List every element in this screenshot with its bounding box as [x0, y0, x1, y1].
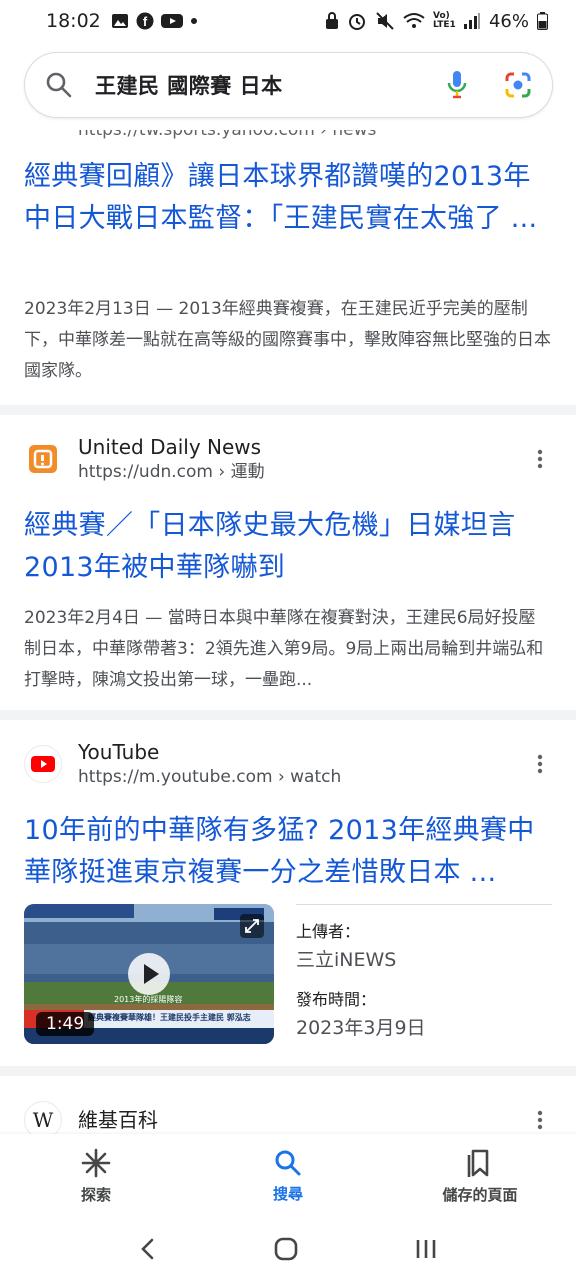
result-title-link[interactable]: 10年前的中華隊有多猛? 2013年經典賽中華隊挺進東京複賽一分之差惜敗日本 .… [24, 810, 552, 894]
source-url: https://udn.com › 運動 [78, 462, 265, 482]
search-bar[interactable]: 王建民 國際賽 日本 [24, 52, 553, 118]
facebook-icon: f [136, 12, 154, 30]
network-label: Vo) LTE1 [432, 11, 456, 30]
nav-search[interactable]: 搜尋 [192, 1134, 384, 1218]
source-name: YouTube [78, 740, 160, 764]
video-block[interactable]: 2013年的採陽隊容 經典賽複賽華隊雄！王建民投手主建民 郭泓志 1:49 上傳… [24, 904, 552, 1044]
youtube-notify-icon [160, 14, 183, 28]
battery-icon [537, 12, 548, 30]
uploader-label: 上傳者： [296, 922, 361, 941]
nav-saved[interactable]: 儲存的頁面 [384, 1134, 576, 1218]
result-source[interactable]: W 維基百科 [24, 1084, 552, 1134]
source-name: 維基百科 [78, 1108, 158, 1132]
result-card[interactable]: YouTube https://m.youtube.com › watch 10… [0, 720, 576, 1066]
date-label: 發布時間： [296, 990, 377, 1009]
more-options-icon[interactable] [528, 752, 552, 776]
google-lens-icon[interactable] [504, 71, 532, 99]
dot-icon [190, 18, 197, 24]
wikipedia-favicon: W [24, 1101, 62, 1134]
wikipedia-logo-icon: W [32, 1108, 54, 1132]
source-url: https://m.youtube.com › watch [78, 767, 342, 787]
youtube-logo-icon [31, 756, 55, 772]
result-card[interactable]: W 維基百科 [0, 1076, 576, 1134]
system-nav-bar [0, 1218, 576, 1280]
udn-favicon [24, 440, 62, 478]
video-thumbnail[interactable]: 2013年的採陽隊容 經典賽複賽華隊雄！王建民投手主建民 郭泓志 1:49 [24, 904, 274, 1044]
mute-icon [376, 12, 394, 30]
wifi-icon [403, 13, 425, 28]
more-options-icon[interactable] [528, 447, 552, 471]
search-input[interactable]: 王建民 國際賽 日本 [95, 70, 446, 100]
video-duration: 1:49 [36, 1012, 95, 1036]
uploader-value: 三立iNEWS [296, 949, 397, 971]
result-card[interactable]: United Daily News https://udn.com › 運動 經… [0, 415, 576, 710]
lock-icon [325, 12, 338, 29]
youtube-favicon [24, 745, 62, 783]
notification-icons: f [111, 12, 198, 30]
play-icon[interactable] [127, 952, 171, 996]
status-right: Vo) LTE1 46% [325, 11, 548, 32]
result-title-link[interactable]: 經典賽回顧》讓日本球界都讚嘆的2013年中日大戰日本監督：「王建民實在太強了 .… [24, 156, 552, 282]
saved-pages-icon [467, 1149, 489, 1177]
nav-explore-label: 探索 [80, 1185, 111, 1204]
more-options-icon[interactable] [528, 1108, 552, 1132]
battery-percent: 46% [488, 10, 529, 32]
result-title-link[interactable]: 經典賽／「日本隊史最大危機」日媒坦言2013年被中華隊嚇到 [24, 505, 552, 589]
nav-search-label: 搜尋 [272, 1184, 303, 1203]
bottom-nav: 探索 搜尋 儲存的頁面 [0, 1134, 576, 1218]
recents-icon[interactable] [414, 1237, 438, 1261]
udn-logo-icon [29, 445, 57, 473]
back-icon[interactable] [138, 1237, 158, 1261]
svg-text:f: f [143, 14, 148, 29]
source-name: United Daily News [78, 435, 262, 459]
thumb-banner: 經典賽複賽華隊雄！王建民投手主建民 郭泓志 [88, 1013, 251, 1022]
search-nav-icon [275, 1150, 301, 1175]
result-card[interactable]: https://tw.sports.yahoo.com › news 經典賽回顧… [0, 130, 576, 405]
result-source[interactable]: YouTube https://m.youtube.com › watch [24, 728, 552, 800]
status-time: 18:02 [46, 10, 101, 32]
status-bar: 18:02 f Vo) LTE1 46% [0, 0, 576, 42]
video-meta: 上傳者： 三立iNEWS 發布時間： 2023年3月9日 [296, 904, 552, 1044]
search-icon[interactable] [45, 71, 73, 99]
nav-saved-label: 儲存的頁面 [442, 1185, 518, 1204]
expand-icon[interactable] [240, 914, 264, 938]
search-results[interactable]: https://tw.sports.yahoo.com › news 經典賽回顧… [0, 130, 576, 1134]
asterisk-icon [81, 1148, 111, 1177]
result-url[interactable]: https://tw.sports.yahoo.com › news [78, 130, 552, 142]
signal-icon [463, 13, 480, 29]
alarm-icon [348, 14, 365, 30]
result-source[interactable]: United Daily News https://udn.com › 運動 [24, 423, 552, 495]
nav-explore[interactable]: 探索 [0, 1134, 192, 1218]
result-snippet: 2023年2月4日 — 當時日本與中華隊在複賽對決，王建民6局好投壓制日本，中華… [24, 608, 544, 690]
gallery-icon [111, 14, 128, 28]
mic-icon[interactable] [446, 69, 468, 101]
date-value: 2023年3月9日 [296, 1017, 426, 1039]
home-icon[interactable] [273, 1236, 299, 1262]
result-snippet: 2023年2月13日 — 2013年經典賽複賽，在王建民近乎完美的壓制下，中華隊… [24, 299, 551, 381]
